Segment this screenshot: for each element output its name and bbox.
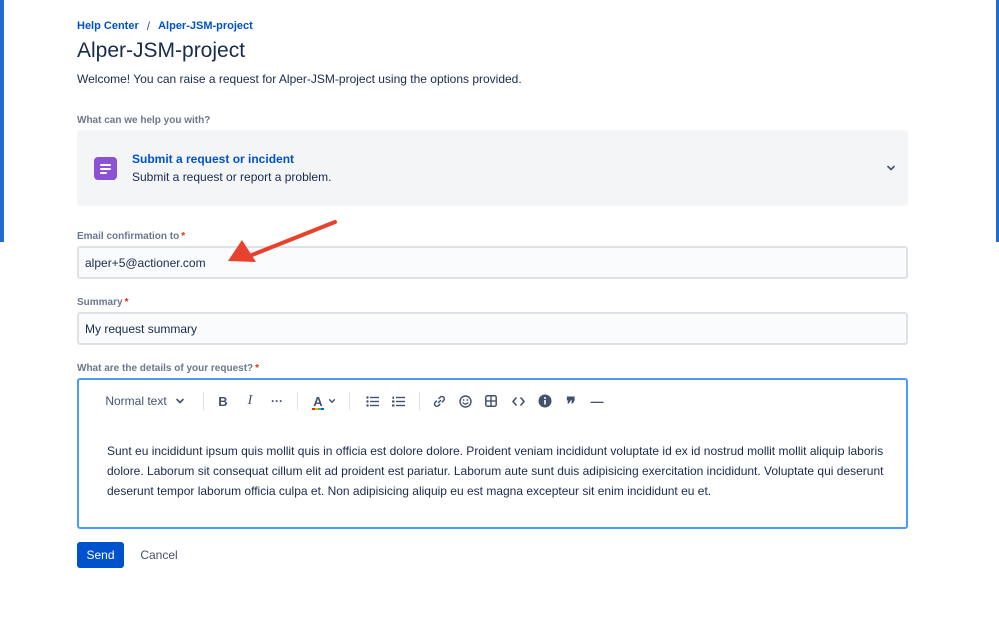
summary-label-text: Summary [77,297,123,308]
request-type-label: What can we help you with? [77,115,210,126]
details-label-text: What are the details of your request? [77,363,254,374]
chevron-down-icon [328,399,336,403]
text-color-button[interactable]: A [307,388,341,414]
table-icon [485,395,497,407]
toolbar-divider [297,392,298,410]
cancel-button[interactable]: Cancel [133,542,185,568]
toolbar-divider [419,392,420,410]
email-label: Email confirmation to * [77,231,185,242]
numbered-list-button[interactable] [387,388,409,414]
link-icon [433,395,445,407]
email-label-text: Email confirmation to [77,231,180,242]
request-type-label-text: What can we help you with? [77,115,211,126]
required-marker: * [255,363,260,374]
details-editor[interactable]: Normal text B I ··· A ❞ — Sunt eu incidi… [77,378,908,529]
info-panel-button[interactable] [534,388,556,414]
link-button[interactable] [428,388,450,414]
numbered-list-icon [391,396,405,406]
toolbar-divider [349,392,350,410]
page-title: Alper-JSM-project [77,39,246,62]
welcome-text: Welcome! You can raise a request for Alp… [77,72,522,86]
info-icon [538,394,552,408]
request-type-title: Submit a request or incident [132,152,295,166]
text-style-dropdown[interactable]: Normal text [99,388,191,414]
email-value: alper+5@actioner.com [85,255,206,270]
document-icon [94,157,117,180]
details-body[interactable]: Sunt eu incididunt ipsum quis mollit qui… [107,441,887,501]
italic-button[interactable]: I [239,388,261,414]
breadcrumb: Help Center / Alper-JSM-project [77,19,253,33]
bold-button[interactable]: B [212,388,234,414]
more-formatting-button[interactable]: ··· [266,388,288,414]
emoji-button[interactable] [454,388,476,414]
required-marker: * [124,297,129,308]
code-button[interactable] [507,388,529,414]
chevron-down-icon [175,398,184,404]
toolbar-divider [203,392,204,410]
breadcrumb-project[interactable]: Alper-JSM-project [158,20,253,32]
text-color-icon: A [313,393,323,409]
send-button[interactable]: Send [77,542,124,568]
divider-button[interactable]: — [586,388,608,414]
summary-value: My request summary [85,321,198,336]
chevron-down-icon[interactable] [886,163,896,173]
summary-field[interactable]: My request summary [77,312,908,345]
table-button[interactable] [480,388,502,414]
breadcrumb-separator: / [146,19,151,33]
email-field[interactable]: alper+5@actioner.com [77,246,908,279]
summary-label: Summary * [77,297,128,308]
details-label: What are the details of your request? * [77,363,259,374]
bullet-list-icon [365,395,379,407]
code-icon [511,396,525,406]
page-edge-left [0,0,4,242]
request-type-description: Submit a request or report a problem. [132,170,332,184]
bullet-list-button[interactable] [361,388,383,414]
editor-toolbar: Normal text B I ··· A ❞ — [79,388,906,414]
request-type-select[interactable]: Submit a request or incident Submit a re… [77,130,908,206]
quote-button[interactable]: ❞ [560,388,582,414]
emoji-icon [458,394,472,408]
breadcrumb-help-center[interactable]: Help Center [77,20,139,32]
text-style-label: Normal text [105,394,167,408]
required-marker: * [181,231,186,242]
